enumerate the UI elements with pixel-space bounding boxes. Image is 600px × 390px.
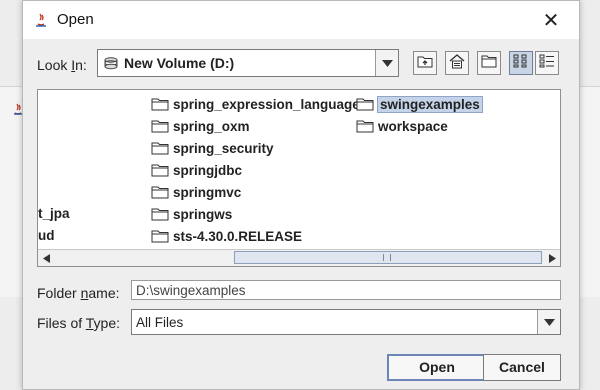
list-item[interactable]: springjdbc [151, 160, 242, 180]
look-in-combo[interactable]: New Volume (D:) [97, 49, 399, 77]
list-view-icon [513, 54, 529, 72]
details-view-button[interactable] [535, 51, 559, 75]
folder-icon [356, 98, 374, 111]
folder-icon [151, 98, 169, 111]
folder-icon [151, 120, 169, 133]
title-bar: Open ✕ [23, 1, 579, 39]
folder-icon [151, 186, 169, 199]
list-item[interactable]: ud [38, 228, 55, 243]
file-list[interactable]: t_jpa ud spring_expression_language spri… [37, 89, 561, 267]
details-view-icon [539, 54, 555, 72]
java-app-icon [33, 12, 49, 28]
close-icon[interactable]: ✕ [537, 6, 565, 34]
folder-icon [151, 230, 169, 243]
file-name: spring_security [173, 140, 274, 156]
chevron-down-icon[interactable] [537, 310, 560, 334]
folder-icon [151, 208, 169, 221]
file-name: springmvc [173, 184, 242, 200]
list-item[interactable]: springmvc [151, 182, 241, 202]
up-one-level-button[interactable] [413, 51, 437, 75]
drive-icon [104, 57, 118, 74]
chevron-down-icon[interactable] [375, 50, 398, 76]
cancel-button[interactable]: Cancel [483, 354, 561, 381]
open-button[interactable]: Open [387, 354, 487, 381]
open-file-dialog: Open ✕ Look In: New Volume (D:) t_jpa ud… [22, 0, 580, 390]
files-of-type-label: Files of Type: [37, 315, 121, 331]
list-item-selected[interactable]: swingexamples [356, 94, 483, 114]
list-item[interactable]: spring_expression_language [151, 94, 360, 114]
scrollbar-thumb[interactable] [234, 251, 542, 264]
folder-icon [151, 164, 169, 177]
list-item[interactable]: t_jpa [38, 206, 70, 221]
scroll-right-icon[interactable] [544, 250, 560, 266]
new-folder-button[interactable] [477, 51, 501, 75]
look-in-value: New Volume (D:) [124, 55, 235, 71]
grip-icon [383, 254, 391, 261]
file-name: springjdbc [173, 162, 243, 178]
folder-icon [151, 142, 169, 155]
list-item[interactable]: workspace [356, 116, 448, 136]
folder-name-field[interactable] [131, 280, 561, 300]
file-name: springws [173, 206, 233, 222]
list-item[interactable]: spring_oxm [151, 116, 250, 136]
list-item[interactable]: spring_security [151, 138, 274, 158]
file-name: spring_expression_language [173, 96, 360, 112]
scroll-left-icon[interactable] [38, 250, 54, 266]
folder-name-label: Folder name: [37, 285, 120, 301]
look-in-label: Look In: [37, 57, 87, 73]
file-name: workspace [378, 118, 448, 134]
window-title: Open [57, 11, 94, 28]
list-item[interactable]: springws [151, 204, 232, 224]
new-folder-icon [481, 54, 497, 72]
home-button[interactable] [445, 51, 469, 75]
file-name: swingexamples [377, 95, 483, 113]
file-name: sts-4.30.0.RELEASE [173, 228, 303, 244]
up-folder-icon [417, 54, 433, 72]
files-of-type-value: All Files [136, 315, 184, 330]
file-name: spring_oxm [173, 118, 250, 134]
folder-icon [356, 120, 374, 133]
list-view-button[interactable] [509, 51, 533, 75]
horizontal-scrollbar[interactable] [38, 249, 560, 266]
list-item[interactable]: sts-4.30.0.RELEASE [151, 226, 302, 246]
home-icon [449, 53, 465, 73]
files-of-type-combo[interactable]: All Files [131, 309, 561, 335]
